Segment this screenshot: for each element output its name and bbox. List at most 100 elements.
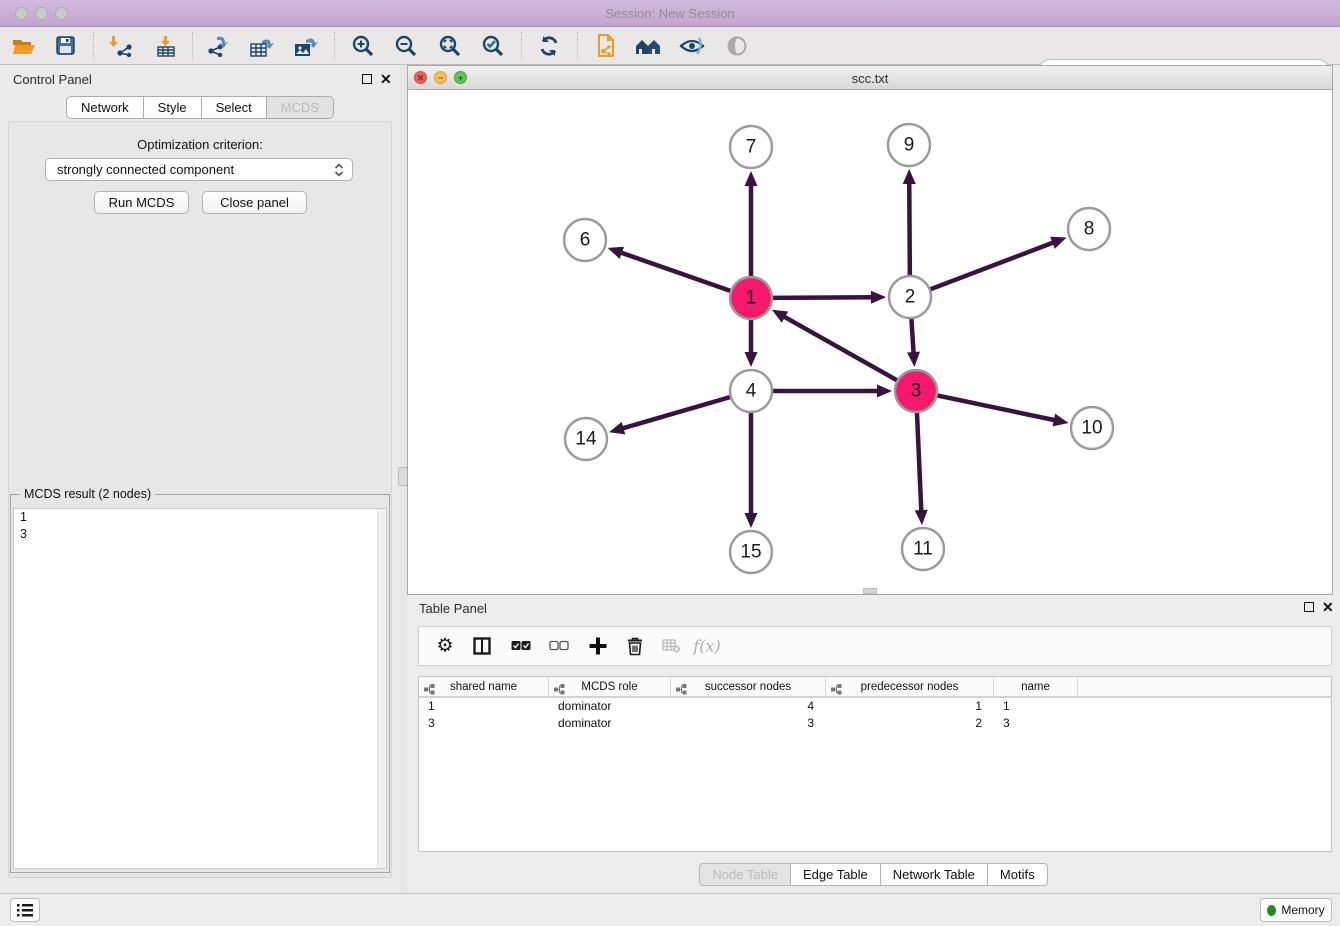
table-panel: Table Panel ✕ ⚙ f(x)	[407, 595, 1340, 893]
tab-network-table[interactable]: Network Table	[881, 863, 988, 886]
tab-style[interactable]: Style	[144, 96, 202, 119]
export-table-icon[interactable]	[246, 31, 278, 61]
export-network-icon[interactable]	[203, 31, 235, 61]
edge-1-6[interactable]	[620, 252, 731, 291]
node-1[interactable]: 1	[730, 277, 772, 319]
svg-text:9: 9	[904, 135, 915, 156]
add-column-icon[interactable]	[590, 638, 607, 655]
tab-edge-table[interactable]: Edge Table	[791, 863, 881, 886]
show-graphics-icon[interactable]	[721, 31, 753, 61]
memory-button[interactable]: Memory	[1260, 898, 1332, 922]
scrollbar[interactable]	[377, 509, 386, 868]
hide-graphics-icon[interactable]	[676, 31, 708, 61]
float-table-panel-icon[interactable]	[1304, 601, 1314, 615]
table-cell: 3	[994, 715, 1078, 732]
task-history-button[interactable]	[10, 898, 40, 922]
close-panel-button[interactable]: Close panel	[202, 191, 307, 214]
edge-3-1[interactable]	[783, 316, 897, 381]
tab-mcds[interactable]: MCDS	[267, 96, 334, 119]
mcds-result-item: 1	[14, 509, 386, 526]
node-9[interactable]: 9	[888, 124, 930, 166]
close-panel-icon[interactable]: ✕	[380, 71, 392, 88]
svg-text:2: 2	[905, 287, 916, 308]
node-15[interactable]: 15	[730, 531, 772, 573]
optimization-criterion-label: Optimization criterion:	[0, 137, 400, 152]
column-header-predecessor-nodes[interactable]: predecessor nodes	[826, 677, 994, 696]
select-all-icon[interactable]	[511, 641, 531, 652]
tab-motifs[interactable]: Motifs	[988, 863, 1048, 886]
network-graph[interactable]: 7 9 6 8 1 2 4 3 14 10 15 11	[408, 90, 1332, 594]
table-header-row: shared nameMCDS rolesuccessor nodesprede…	[419, 677, 1331, 698]
edge-3-11[interactable]	[917, 412, 921, 512]
node-3[interactable]: 3	[895, 370, 937, 412]
edge-arrow-icon	[745, 171, 758, 186]
deselect-all-icon[interactable]	[549, 641, 569, 652]
application-window: Session: New Session	[0, 0, 1340, 926]
network-window-titlebar[interactable]: ✕ − + scc.txt	[408, 66, 1332, 90]
select-stepper-icon	[334, 163, 344, 177]
edge-1-2[interactable]	[772, 297, 873, 298]
column-header-shared-name[interactable]: shared name	[419, 677, 549, 696]
clone-network-icon[interactable]	[590, 31, 622, 61]
export-image-icon[interactable]	[290, 31, 322, 61]
edge-2-9[interactable]	[909, 182, 910, 276]
mcds-result-group-title: MCDS result (2 nodes)	[20, 487, 155, 501]
open-session-icon[interactable]	[8, 31, 40, 61]
node-14[interactable]: 14	[565, 418, 607, 460]
refresh-icon[interactable]	[533, 31, 565, 61]
zoom-in-icon[interactable]	[347, 31, 379, 61]
select-value: strongly connected component	[57, 162, 234, 177]
close-table-panel-icon[interactable]: ✕	[1322, 599, 1334, 616]
column-header-successor-nodes[interactable]: successor nodes	[671, 677, 826, 696]
table-row[interactable]: 1dominator411	[419, 698, 1331, 715]
function-builder-icon: f(x)	[693, 637, 720, 656]
table-cell: 4	[671, 698, 826, 715]
node-11[interactable]: 11	[902, 528, 944, 570]
tab-select[interactable]: Select	[202, 96, 267, 119]
node-7[interactable]: 7	[730, 126, 772, 168]
tab-node-table[interactable]: Node Table	[699, 863, 791, 886]
column-type-icon	[831, 682, 842, 700]
table-row[interactable]: 3dominator323	[419, 715, 1331, 732]
save-session-icon[interactable]	[49, 31, 81, 61]
zoom-out-icon[interactable]	[390, 31, 422, 61]
tab-network[interactable]: Network	[66, 96, 144, 119]
titlebar: Session: New Session	[0, 0, 1340, 27]
node-8[interactable]: 8	[1068, 208, 1110, 250]
mcds-result-list[interactable]: 13	[13, 508, 387, 869]
table-panel-title: Table Panel	[419, 601, 487, 616]
column-header-name[interactable]: name	[994, 677, 1078, 696]
node-10[interactable]: 10	[1071, 407, 1113, 449]
table-cell: dominator	[549, 715, 671, 732]
node-2[interactable]: 2	[889, 276, 931, 318]
run-mcds-button[interactable]: Run MCDS	[94, 191, 189, 214]
node-4[interactable]: 4	[730, 370, 772, 412]
edge-arrow-icon	[871, 291, 886, 304]
status-bar: Memory	[0, 893, 1340, 926]
node-table[interactable]: shared nameMCDS rolesuccessor nodesprede…	[418, 676, 1332, 852]
network-scrollbar-grip[interactable]	[863, 588, 877, 594]
toolbar-separator	[93, 32, 94, 60]
zoom-selected-icon[interactable]	[477, 31, 509, 61]
toolbar-separator	[521, 32, 522, 60]
svg-text:4: 4	[746, 381, 757, 402]
node-6[interactable]: 6	[564, 219, 606, 261]
zoom-fit-icon[interactable]	[434, 31, 466, 61]
svg-text:15: 15	[740, 542, 761, 563]
delete-column-icon[interactable]	[627, 637, 643, 656]
edge-2-3[interactable]	[911, 318, 913, 354]
import-network-icon[interactable]	[104, 31, 136, 61]
column-chooser-icon[interactable]	[473, 637, 491, 655]
import-table-icon[interactable]	[150, 31, 182, 61]
gear-icon[interactable]: ⚙	[436, 635, 453, 658]
list-icon	[17, 904, 33, 917]
table-cell: 1	[419, 698, 549, 715]
svg-text:3: 3	[911, 381, 922, 402]
edge-4-14[interactable]	[622, 397, 731, 429]
column-header-MCDS-role[interactable]: MCDS role	[549, 677, 671, 696]
optimization-criterion-select[interactable]: strongly connected component	[45, 158, 353, 181]
edge-2-8[interactable]	[930, 242, 1055, 289]
first-neighbors-icon[interactable]	[633, 31, 665, 61]
float-panel-icon[interactable]	[362, 73, 372, 87]
edge-3-10[interactable]	[937, 395, 1056, 420]
